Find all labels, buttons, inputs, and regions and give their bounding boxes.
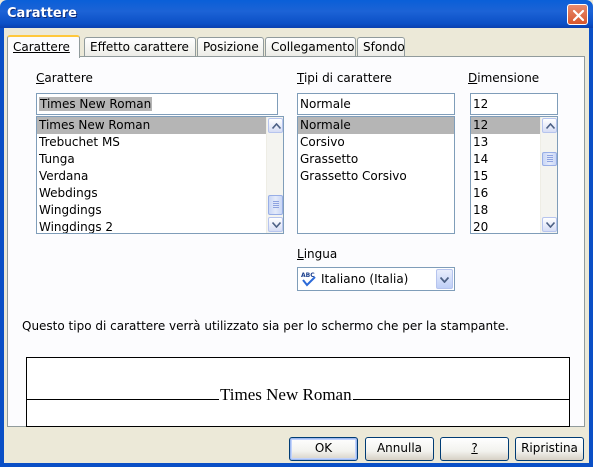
scroll-down-button[interactable] <box>542 217 557 232</box>
tab-carattere[interactable]: Carattere <box>7 35 80 58</box>
window-title: Carattere <box>7 6 77 21</box>
style-label: Tipi di carattere <box>297 71 392 85</box>
font-name-value: Times New Roman <box>39 97 153 111</box>
scroll-up-button[interactable] <box>268 118 283 133</box>
close-icon <box>572 9 585 22</box>
arrow-down-icon <box>272 222 281 228</box>
style-value: Normale <box>300 97 351 111</box>
font-name-input[interactable]: Times New Roman <box>36 93 278 115</box>
language-label: Lingua <box>297 247 338 261</box>
cancel-button[interactable]: Annulla <box>365 437 434 461</box>
tab-sfondo[interactable]: Sfondo <box>357 37 405 57</box>
style-list-item[interactable]: Grassetto Corsivo <box>298 168 454 185</box>
font-list-item[interactable]: Webdings <box>37 185 283 202</box>
size-label: Dimensione <box>468 71 540 85</box>
font-list[interactable]: Times New Roman Trebuchet MS Tunga Verdana W… <box>36 116 284 234</box>
style-input[interactable]: Normale <box>297 93 455 115</box>
font-list-item[interactable]: Wingdings <box>37 202 283 219</box>
spellcheck-abc-icon: ABC <box>301 272 316 287</box>
tab-posizione[interactable]: Posizione <box>197 37 264 57</box>
help-label: ? <box>471 441 478 455</box>
size-list-scrollbar[interactable] <box>540 117 557 233</box>
scroll-thumb[interactable] <box>268 195 283 215</box>
size-input[interactable]: 12 <box>470 93 558 115</box>
arrow-up-icon <box>272 123 281 129</box>
chevron-down-icon <box>440 277 449 283</box>
font-list-item[interactable]: Verdana <box>37 168 283 185</box>
style-list-item[interactable]: Corsivo <box>298 134 454 151</box>
tab-label: Sfondo <box>363 40 405 54</box>
language-dropdown[interactable]: ABC Italiano (Italia) <box>297 267 455 291</box>
tab-label: Posizione <box>203 40 259 54</box>
size-list[interactable]: 12 13 14 15 16 18 20 <box>470 116 558 234</box>
title-bar: Carattere <box>0 0 593 28</box>
style-list-items: Normale Corsivo Grassetto Grassetto Corsivo <box>298 117 454 185</box>
language-dropdown-button[interactable] <box>436 269 453 289</box>
arrow-up-icon <box>546 123 555 129</box>
font-list-scrollbar[interactable] <box>266 117 283 233</box>
font-list-item[interactable]: Times New Roman <box>37 117 283 134</box>
scroll-thumb[interactable] <box>542 152 557 166</box>
arrow-down-icon <box>546 222 555 228</box>
cancel-label: Annulla <box>376 441 423 455</box>
tab-effetto-carattere[interactable]: Effetto carattere <box>84 37 196 57</box>
scroll-down-button[interactable] <box>268 217 283 232</box>
help-button[interactable]: ? <box>440 437 509 461</box>
size-value: 12 <box>473 97 489 111</box>
reset-label: Ripristina <box>521 441 578 455</box>
style-list[interactable]: Normale Corsivo Grassetto Grassetto Corsivo <box>297 116 455 234</box>
ok-button[interactable]: OK <box>289 437 358 461</box>
font-label: Carattere <box>36 71 93 85</box>
tab-label: Effetto carattere <box>90 40 189 54</box>
tab-label: Collegamento <box>271 40 355 54</box>
style-list-item[interactable]: Grassetto <box>298 151 454 168</box>
font-list-items: Times New Roman Trebuchet MS Tunga Verdana W… <box>37 117 283 233</box>
style-list-item[interactable]: Normale <box>298 117 454 134</box>
scroll-up-button[interactable] <box>542 118 557 133</box>
ok-label: OK <box>314 441 333 455</box>
language-value: Italiano (Italia) <box>321 272 409 286</box>
preview-sample-text: Times New Roman <box>219 385 353 405</box>
close-button[interactable] <box>567 4 588 25</box>
font-preview: Times New Roman <box>26 357 570 427</box>
reset-button[interactable]: Ripristina <box>515 437 584 461</box>
tab-panel: Carattere Times New Roman Times New Roma… <box>7 56 585 427</box>
info-text: Questo tipo di carattere verrà utilizzat… <box>22 319 509 333</box>
font-list-item[interactable]: Wingdings 2 <box>37 219 283 233</box>
tab-collegamento[interactable]: Collegamento <box>265 37 356 57</box>
tab-label: Carattere <box>13 40 70 54</box>
font-list-item[interactable]: Tunga <box>37 151 283 168</box>
font-list-item[interactable]: Trebuchet MS <box>37 134 283 151</box>
